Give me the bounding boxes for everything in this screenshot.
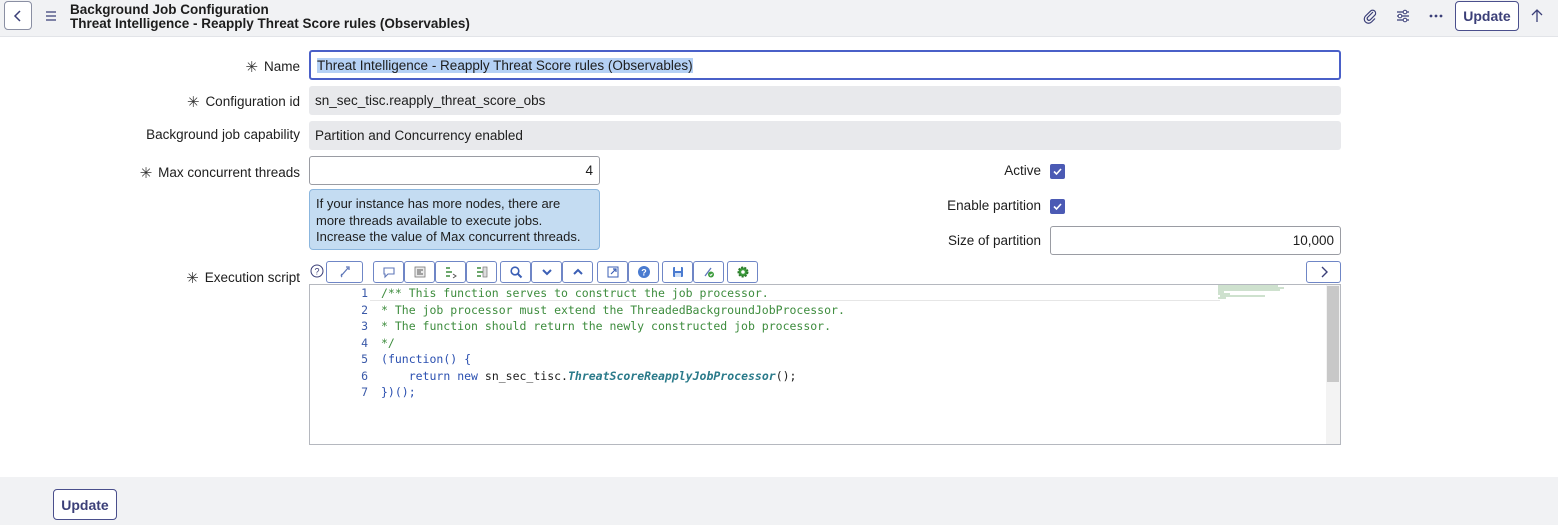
script-include-icon: [340, 266, 350, 278]
script-editor[interactable]: 1 2 3 4 5 6 7 /** This function serves t…: [309, 284, 1341, 445]
more-icon[interactable]: [1428, 8, 1444, 24]
line-number: 7: [361, 385, 368, 399]
max-threads-value: 4: [585, 163, 593, 178]
chevron-up-icon: [572, 268, 583, 275]
code-line: return new sn_sec_tisc.ThreatScoreReappl…: [408, 369, 797, 383]
capability-field: Partition and Concurrency enabled: [309, 121, 1341, 150]
line-number: 5: [361, 352, 368, 366]
config-id-field: sn_sec_tisc.reapply_threat_score_obs: [309, 86, 1341, 115]
name-label: ✳ Name: [245, 59, 300, 76]
line-number: 4: [361, 336, 368, 350]
record-title: Threat Intelligence - Reapply Threat Sco…: [70, 16, 470, 31]
open-new-icon: [607, 266, 618, 278]
form-header: Background Job Configuration Threat Inte…: [0, 0, 1558, 37]
config-id-value: sn_sec_tisc.reapply_threat_score_obs: [315, 93, 546, 108]
script-debugger-button[interactable]: [693, 261, 724, 283]
code-line: /** This function serves to construct th…: [381, 286, 769, 300]
settings-sliders-icon[interactable]: [1395, 8, 1411, 24]
size-partition-value: 10,000: [1292, 233, 1334, 248]
save-icon: [672, 267, 683, 277]
expand-button[interactable]: [562, 261, 593, 283]
arrow-up-icon[interactable]: [1529, 8, 1545, 24]
script-include-button[interactable]: [326, 261, 363, 283]
required-icon: ✳: [139, 165, 153, 182]
back-button[interactable]: [4, 1, 32, 30]
line-number: 2: [361, 303, 368, 317]
paperclip-icon[interactable]: [1362, 8, 1378, 24]
open-new-window-button[interactable]: [597, 261, 628, 283]
check-icon: [1053, 168, 1062, 176]
search-icon: [509, 266, 522, 279]
line-number: 6: [361, 369, 368, 383]
comment-button[interactable]: [373, 261, 404, 283]
replace-all-button[interactable]: [466, 261, 497, 283]
capability-value: Partition and Concurrency enabled: [315, 128, 523, 143]
name-field[interactable]: Threat Intelligence - Reapply Threat Sco…: [309, 50, 1341, 80]
comment-icon: [382, 267, 395, 279]
scrollbar-thumb[interactable]: [1327, 286, 1339, 382]
help-icon[interactable]: ?: [310, 264, 324, 278]
config-id-label: ✳ Configuration id: [186, 94, 300, 111]
active-label: Active: [1004, 163, 1041, 178]
enable-partition-label: Enable partition: [947, 198, 1041, 213]
format-button[interactable]: [404, 261, 435, 283]
collapse-button[interactable]: [531, 261, 562, 283]
script-label: ✳ Execution script: [186, 270, 300, 287]
expand-editor-button[interactable]: [1306, 261, 1341, 283]
max-threads-info: If your instance has more nodes, there a…: [309, 189, 600, 250]
svg-text:?: ?: [641, 268, 647, 278]
size-partition-label: Size of partition: [947, 233, 1041, 248]
check-icon: [1053, 203, 1062, 211]
script-debugger-icon: [703, 267, 714, 278]
page-title: Background Job Configuration: [70, 2, 269, 17]
capability-label: Background job capability: [146, 127, 300, 142]
form-footer: [0, 477, 1558, 525]
max-threads-label: ✳ Max concurrent threads: [139, 165, 300, 182]
replace-button[interactable]: [435, 261, 466, 283]
help-icon: ?: [637, 266, 650, 278]
line-number: 3: [361, 319, 368, 333]
replace-icon: [445, 267, 457, 279]
search-button[interactable]: [500, 261, 531, 283]
line-number: 1: [361, 286, 368, 300]
script-help-button[interactable]: ?: [628, 261, 659, 283]
format-icon: [414, 266, 425, 278]
update-button-top[interactable]: Update: [1455, 1, 1519, 31]
required-icon: ✳: [186, 270, 199, 287]
editor-minimap: [1218, 285, 1284, 299]
code-line: (function() {: [381, 352, 472, 366]
menu-icon[interactable]: [44, 9, 58, 23]
svg-text:?: ?: [314, 267, 319, 277]
size-partition-input[interactable]: 10,000: [1050, 226, 1341, 255]
settings-gear-icon: [737, 266, 748, 278]
update-button-bottom[interactable]: Update: [53, 489, 117, 520]
active-checkbox[interactable]: [1050, 164, 1065, 179]
code-line: * The job processor must extend the Thre…: [381, 303, 845, 317]
required-icon: ✳: [186, 94, 200, 111]
code-line: * The function should return the newly c…: [381, 319, 832, 333]
required-icon: ✳: [245, 59, 258, 76]
code-line: })();: [381, 385, 416, 399]
enable-partition-checkbox[interactable]: [1050, 199, 1065, 214]
chevron-right-icon: [1321, 266, 1328, 278]
save-button[interactable]: [662, 261, 693, 283]
max-threads-input[interactable]: 4: [309, 156, 600, 185]
editor-scrollbar[interactable]: [1326, 285, 1340, 444]
settings-button[interactable]: [727, 261, 758, 283]
name-value: Threat Intelligence - Reapply Threat Sco…: [317, 57, 693, 73]
chevron-down-icon: [541, 269, 552, 276]
code-line: */: [381, 336, 395, 350]
line-gutter: 1 2 3 4 5 6 7: [310, 285, 368, 444]
replace-all-icon: [476, 266, 487, 278]
back-icon: [13, 9, 21, 22]
